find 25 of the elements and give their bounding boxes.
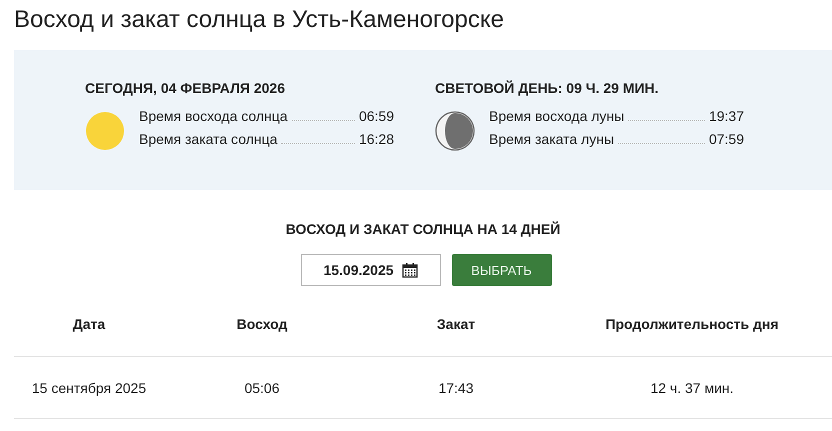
section-heading: ВОСХОД И ЗАКАТ СОЛНЦА НА 14 ДНЕЙ — [284, 221, 562, 237]
page-title: Восход и закат солнца в Усть-Каменогорске — [13, 5, 505, 35]
time-label: Время заката солнца — [139, 131, 278, 147]
calendar-icon — [402, 262, 418, 278]
time-value: 07:59 — [708, 131, 744, 147]
time-label: Время восхода солнца — [139, 108, 288, 124]
moon-icon — [435, 111, 475, 151]
block-heading: СЕГОДНЯ, 04 ФЕВРАЛЯ 2026 — [85, 80, 286, 96]
table-cell-text: 05:06 — [243, 380, 281, 396]
date-field[interactable]: 15.09.2025 — [300, 254, 440, 286]
block-heading: СВЕТОВОЙ ДЕНЬ: 09 Ч. 29 МИН. — [435, 80, 660, 96]
time-value: 16:28 — [358, 131, 394, 147]
column-header: Закат — [436, 316, 476, 332]
time-value: 06:59 — [358, 108, 394, 124]
table-cell-text: 15 сентября 2025 — [30, 380, 148, 396]
time-label: Время заката луны — [489, 131, 614, 147]
time-label: Время восхода луны — [489, 108, 624, 124]
column-header: Восход — [236, 316, 288, 332]
column-header: Дата — [72, 316, 106, 332]
table-cell-text: 12 ч. 37 мин. — [649, 380, 735, 396]
select-button[interactable]: ВЫБРАТЬ — [452, 254, 552, 286]
sun-icon — [85, 111, 125, 151]
time-value: 19:37 — [708, 108, 744, 124]
column-header: Продолжительность дня — [604, 316, 780, 332]
table-cell-text: 17:43 — [437, 380, 475, 396]
